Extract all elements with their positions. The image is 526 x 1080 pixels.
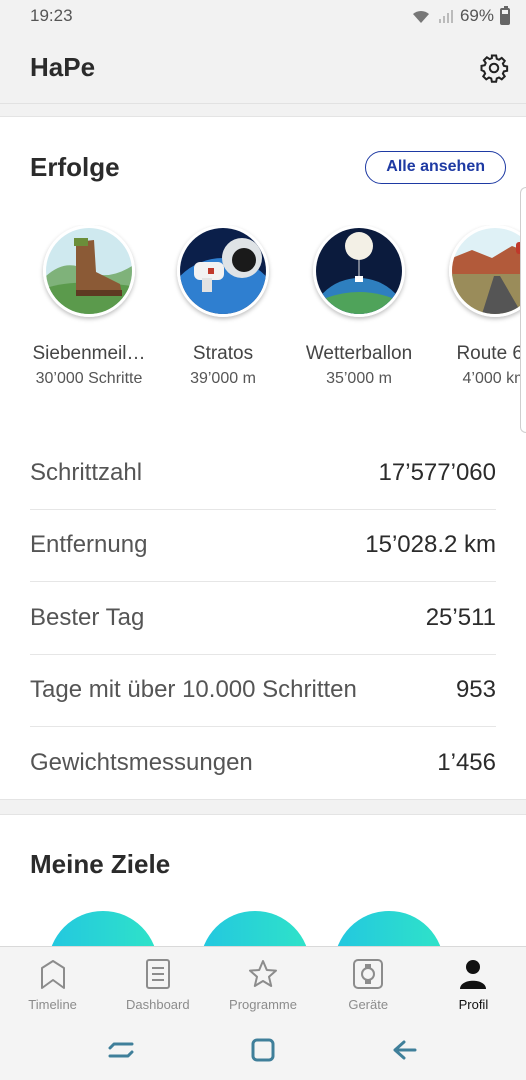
stat-value: 15’028.2 km — [365, 531, 496, 559]
gear-icon — [480, 54, 509, 83]
balloon-badge-icon — [313, 225, 405, 317]
stat-label: Bester Tag — [30, 603, 145, 631]
badge-carousel[interactable]: Siebenmeil… 30’000 Schritte Stratos 39’0… — [0, 225, 526, 405]
stat-row: Bester Tag 25’511 — [30, 582, 496, 655]
dashboard-icon — [141, 957, 175, 991]
nav-label: Profil — [458, 997, 489, 1012]
see-all-button[interactable]: Alle ansehen — [365, 150, 506, 184]
nav-programme[interactable]: Programme — [210, 947, 315, 1020]
status-time: 19:23 — [30, 6, 73, 25]
recent-apps-icon — [108, 1042, 134, 1058]
badge-name: Siebenmeil… — [32, 343, 146, 364]
stat-value: 17’577’060 — [378, 458, 496, 486]
watch-icon — [351, 957, 385, 991]
badge-item[interactable]: Route 66 4’000 km — [420, 225, 526, 388]
stat-row: Tage mit über 10.000 Schritten 953 — [30, 655, 496, 727]
nav-geraete[interactable]: Geräte — [316, 947, 421, 1020]
back-button[interactable] — [385, 1030, 425, 1070]
badge-item[interactable]: Wetterballon 35’000 m — [284, 225, 434, 388]
boot-badge-icon — [43, 225, 135, 317]
wifi-icon — [412, 10, 429, 23]
nav-timeline[interactable]: Timeline — [0, 947, 105, 1020]
astronaut-badge-icon — [177, 225, 269, 317]
stat-label: Tage mit über 10.000 Schritten — [30, 676, 357, 704]
nav-label: Timeline — [28, 997, 77, 1012]
profile-icon — [456, 957, 490, 991]
badge-item[interactable]: Stratos 39’000 m — [148, 225, 298, 388]
badge-value: 30’000 Schritte — [35, 370, 143, 387]
stat-label: Gewichtsmessungen — [30, 749, 253, 777]
nav-label: Geräte — [348, 997, 389, 1012]
stats-list: Schrittzahl 17’577’060 Entfernung 15’028… — [30, 437, 496, 800]
route66-badge-icon — [449, 225, 526, 317]
achievements-card: Erfolge Alle ansehen Siebenmeil… 30’000 … — [0, 116, 526, 800]
home-icon — [251, 1038, 275, 1062]
badge-value: 39’000 m — [190, 370, 256, 387]
stat-value: 1’456 — [437, 749, 496, 777]
stat-row: Schrittzahl 17’577’060 — [30, 437, 496, 510]
settings-button[interactable] — [478, 52, 510, 84]
badge-item[interactable]: Siebenmeil… 30’000 Schritte — [14, 225, 164, 388]
badge-name: Wetterballon — [305, 343, 413, 364]
status-icons: 69% — [410, 5, 510, 26]
nav-label: Dashboard — [126, 997, 190, 1012]
stat-label: Entfernung — [30, 531, 148, 559]
star-icon — [246, 957, 280, 991]
stat-label: Schrittzahl — [30, 458, 143, 486]
achievements-title: Erfolge — [30, 151, 120, 182]
badge-value: 35’000 m — [326, 370, 392, 387]
bottom-navigation: Timeline Dashboard Programme Geräte Prof… — [0, 946, 526, 1020]
stat-value: 953 — [455, 676, 496, 704]
status-bar: 19:23 69% — [0, 0, 526, 32]
signal-icon — [438, 10, 453, 23]
nav-label: Programme — [229, 997, 297, 1012]
system-navigation — [0, 1020, 526, 1080]
home-button[interactable] — [243, 1030, 283, 1070]
nav-dashboard[interactable]: Dashboard — [105, 947, 210, 1020]
battery-percent: 69% — [459, 6, 494, 25]
nav-profil[interactable]: Profil — [421, 947, 526, 1020]
goals-title: Meine Ziele — [30, 849, 171, 879]
recent-apps-button[interactable] — [101, 1030, 141, 1070]
back-arrow-icon — [393, 1040, 417, 1060]
badge-name: Stratos — [192, 343, 254, 364]
stat-value: 25’511 — [425, 603, 496, 631]
stat-row: Gewichtsmessungen 1’456 — [30, 727, 496, 800]
stat-row: Entfernung 15’028.2 km — [30, 510, 496, 582]
battery-icon — [500, 5, 510, 25]
page-title: HaPe — [30, 52, 96, 82]
timeline-icon — [36, 957, 70, 991]
badge-value: 4’000 km — [462, 370, 526, 387]
achievements-header: Erfolge Alle ansehen — [30, 147, 506, 187]
edge-panel-handle[interactable] — [520, 187, 526, 433]
badge-name: Route 66 — [456, 343, 526, 364]
app-bar: HaPe — [0, 32, 526, 104]
